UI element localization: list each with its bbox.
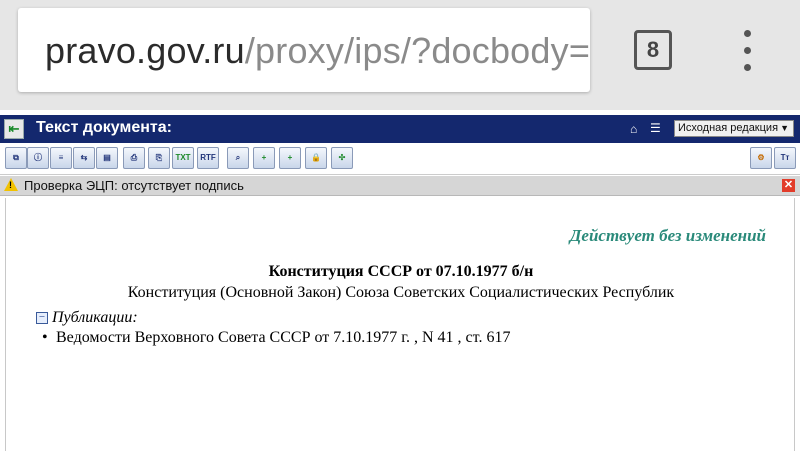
warning-text: Проверка ЭЦП: отсутствует подпись xyxy=(24,178,244,193)
print-icon[interactable]: ⎙ xyxy=(123,147,145,169)
page-title: Текст документа: xyxy=(36,119,172,136)
document-subtitle: Конституция (Основной Закон) Союза Совет… xyxy=(127,284,675,301)
url-bar[interactable]: pravo.gov.ru/proxy/ips/?docbody= xyxy=(18,8,590,92)
document-title: Конституция СССР от 07.10.1977 б/н xyxy=(268,263,534,280)
doc-list-icon[interactable]: ≡ xyxy=(50,147,72,169)
publications-header[interactable]: − Публикации: xyxy=(36,309,138,327)
collapse-icon[interactable]: − xyxy=(36,312,48,325)
tree-icon[interactable]: ✣ xyxy=(331,147,353,169)
tab-switcher-button[interactable]: 8 xyxy=(634,30,672,70)
add-note-icon[interactable]: + xyxy=(279,147,301,169)
doc-link-icon[interactable]: ⇆ xyxy=(73,147,95,169)
save-txt-icon[interactable]: TXT xyxy=(172,147,194,169)
url-domain: pravo.gov.ru xyxy=(45,30,245,71)
edition-select[interactable]: Исходная редакция ▼ xyxy=(674,120,794,137)
settings-icon[interactable]: ⚙ xyxy=(750,147,772,169)
home-icon[interactable]: ⌂ xyxy=(630,122,637,136)
lock-icon[interactable]: 🔒 xyxy=(305,147,327,169)
overflow-menu-icon[interactable] xyxy=(738,30,756,72)
publications-list: Ведомости Верховного Совета СССР от 7.10… xyxy=(42,329,510,347)
add-bookmark-icon[interactable]: + xyxy=(253,147,275,169)
url-path: /proxy/ips/?docbody= xyxy=(244,30,590,71)
url-text[interactable]: pravo.gov.ru/proxy/ips/?docbody= xyxy=(45,30,590,72)
list-icon[interactable]: ☰ xyxy=(650,121,661,135)
warning-icon: ! xyxy=(4,178,18,191)
search-icon[interactable]: ⌕ xyxy=(227,147,249,169)
document-status: Действует без изменений xyxy=(569,226,766,245)
info-icon[interactable]: ⓘ xyxy=(27,147,49,169)
browser-chrome: pravo.gov.ru/proxy/ips/?docbody= 8 xyxy=(0,0,800,110)
doc-view-icon[interactable]: ▤ xyxy=(96,147,118,169)
save-rtf-icon[interactable]: RTF xyxy=(197,147,219,169)
document-header: ⇤ Текст документа: ⌂ ☰ Исходная редакция… xyxy=(0,115,800,143)
print-preview-icon[interactable]: ⎘ xyxy=(148,147,170,169)
signature-warning: ! Проверка ЭЦП: отсутствует подпись ✕ xyxy=(0,176,800,196)
document-toolbar: ⧉ ⓘ ≡ ⇆ ▤ ⎙ ⎘ TXT RTF ⌕ + + 🔒 ✣ ⚙ Tт xyxy=(0,143,800,175)
copy-icon[interactable]: ⧉ xyxy=(5,147,27,169)
edition-select-value: Исходная редакция xyxy=(678,122,779,134)
back-arrow-icon[interactable]: ⇤ xyxy=(4,119,24,139)
font-size-icon[interactable]: Tт xyxy=(774,147,796,169)
publications-label: Публикации: xyxy=(52,309,138,326)
chevron-down-icon: ▼ xyxy=(780,123,789,133)
document-body: Действует без изменений Конституция СССР… xyxy=(5,198,795,451)
list-item: Ведомости Верховного Совета СССР от 7.10… xyxy=(42,329,510,347)
close-icon[interactable]: ✕ xyxy=(782,179,795,192)
